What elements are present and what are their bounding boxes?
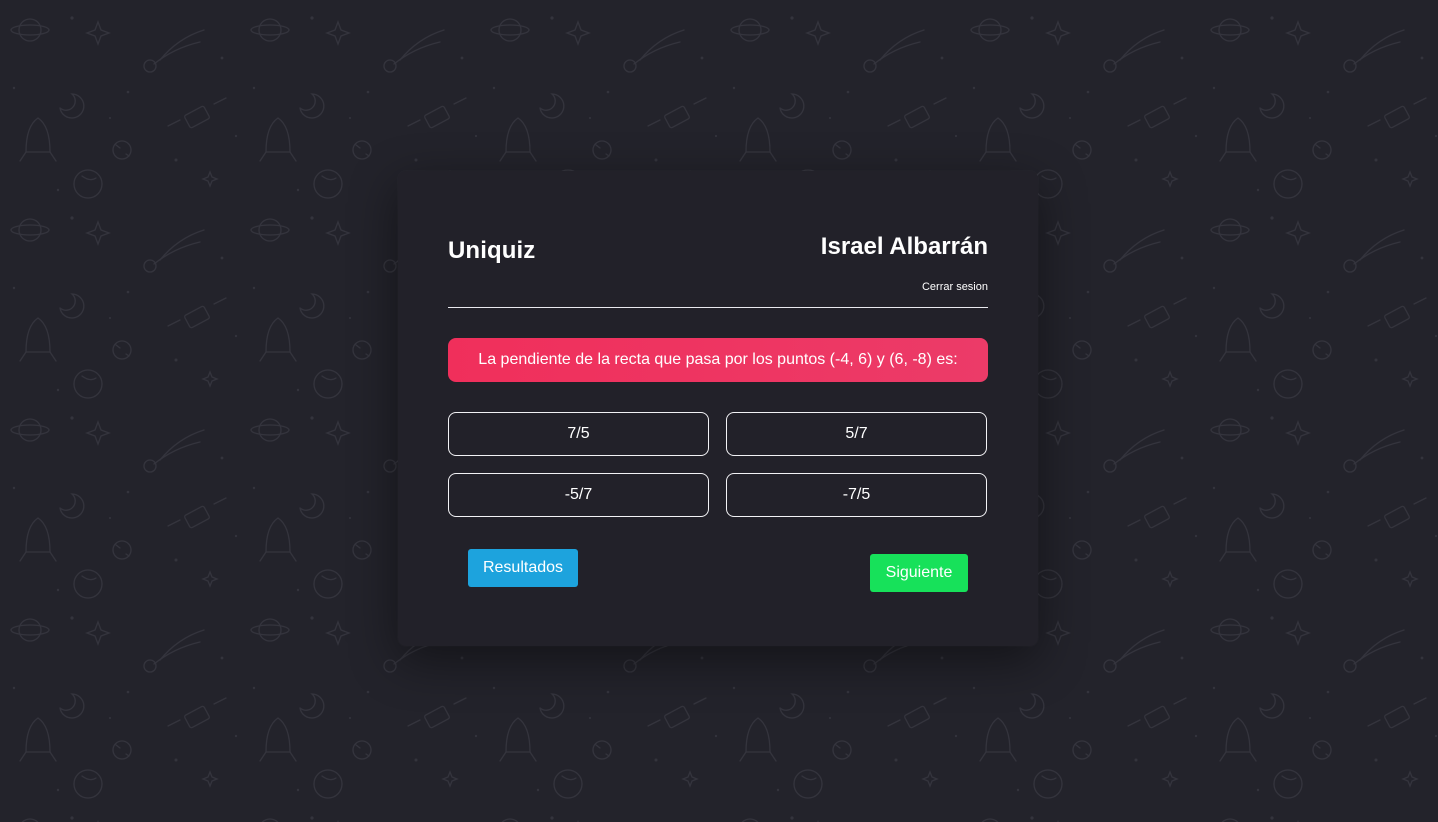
question-banner: La pendiente de la recta que pasa por lo… [448,338,988,382]
user-name: Israel Albarrán [820,233,988,260]
answer-option-3[interactable]: -5/7 [448,473,709,517]
app-title: Uniquiz [448,237,536,264]
logout-link[interactable]: Cerrar sesion [922,281,988,293]
answer-option-4[interactable]: -7/5 [726,473,987,517]
next-button[interactable]: Siguiente [870,554,968,592]
results-button[interactable]: Resultados [468,549,578,587]
answer-option-1[interactable]: 7/5 [448,412,709,456]
answer-option-2[interactable]: 5/7 [726,412,987,456]
quiz-card: Uniquiz Israel Albarrán Cerrar sesion La… [398,171,1038,646]
card-header: Uniquiz Israel Albarrán Cerrar sesion [448,231,988,308]
